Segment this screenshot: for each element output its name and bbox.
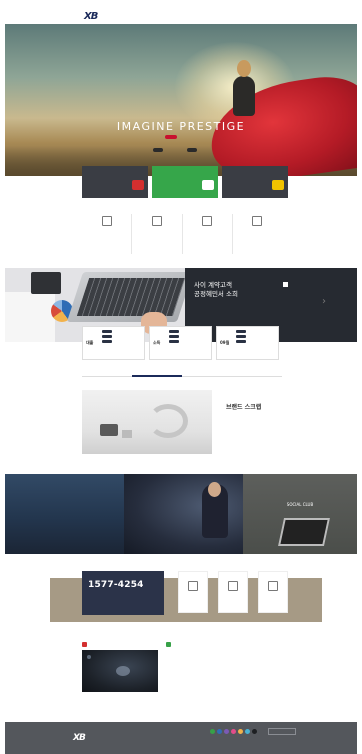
rate-pill — [236, 330, 246, 333]
service-card[interactable] — [258, 571, 288, 613]
tab-item-active[interactable] — [132, 372, 182, 377]
brand-photo[interactable] — [82, 390, 212, 454]
promo-panel[interactable] — [5, 474, 124, 554]
rate-card-key: 소득 — [153, 340, 161, 345]
icon-menu-item[interactable] — [183, 214, 233, 254]
customer-center-tel[interactable]: 1577-4254 — [88, 580, 158, 590]
banking-more-icon[interactable] — [283, 282, 288, 287]
quick-card[interactable] — [222, 166, 288, 198]
promo-panel[interactable]: SOCIAL CLUB — [243, 474, 357, 554]
video-header — [82, 642, 90, 647]
video-player[interactable] — [82, 650, 158, 692]
sns-icon[interactable] — [252, 729, 257, 734]
youtube-icon — [132, 180, 144, 190]
handshake-icon — [228, 581, 238, 591]
banking-title-line: 사이 계약고객 — [194, 281, 232, 289]
hero-woman-head — [237, 60, 251, 77]
rate-pill — [102, 335, 112, 338]
notice-header — [166, 642, 174, 647]
hero-secondary-button[interactable] — [153, 148, 163, 152]
logo-mark: XB — [84, 11, 98, 22]
footer-logo[interactable]: XB — [73, 733, 87, 743]
hero-banner: IMAGINE PRESTIGE — [5, 24, 357, 176]
youtube-icon — [82, 642, 87, 647]
photo-face — [208, 482, 221, 497]
sns-icon[interactable] — [217, 729, 222, 734]
pencil-icon — [252, 216, 263, 226]
chevron-right-icon[interactable]: › — [322, 296, 326, 307]
tab-item[interactable] — [182, 372, 232, 377]
quick-card[interactable] — [152, 166, 218, 198]
rate-card[interactable]: 09월 — [216, 326, 279, 360]
tab-item[interactable] — [82, 372, 132, 377]
rate-pill — [169, 330, 179, 333]
photo-paper — [5, 292, 55, 342]
tab-item[interactable] — [232, 372, 282, 377]
site-logo[interactable]: XB — [84, 11, 99, 22]
sns-icon[interactable] — [210, 729, 215, 734]
rate-card[interactable]: 대출 — [82, 326, 145, 360]
rate-card[interactable]: 소득 — [149, 326, 212, 360]
point-icon — [272, 180, 284, 190]
promo-panel[interactable] — [124, 474, 243, 554]
photo-table — [122, 430, 132, 438]
play-icon — [87, 655, 91, 659]
rate-pill — [236, 340, 246, 343]
sns-icon[interactable] — [224, 729, 229, 734]
doc-icon — [101, 216, 112, 226]
service-card[interactable] — [218, 571, 248, 613]
document-icon — [268, 581, 278, 591]
promo-panel-title: SOCIAL CLUB — [286, 502, 314, 507]
service-card[interactable] — [178, 571, 208, 613]
mail-icon — [202, 216, 213, 226]
rate-pill — [169, 340, 179, 343]
rate-pill — [169, 335, 179, 338]
footer — [5, 722, 357, 754]
photo-chair — [100, 424, 118, 436]
hero-secondary-button[interactable] — [187, 148, 197, 152]
rate-pill — [102, 330, 112, 333]
download-icon — [202, 180, 214, 190]
photo-calculator — [31, 272, 61, 294]
brand-logo-graphic — [148, 404, 188, 438]
hero-title: IMAGINE PRESTIGE — [116, 120, 246, 133]
banking-title-line: 공정혜민서 소희 — [194, 290, 238, 298]
brand-title: 브랜드 스크랩 — [226, 404, 262, 411]
hero-primary-button[interactable] — [165, 135, 177, 139]
banking-title: 사이 계약고객 공정혜민서 소희 — [194, 281, 238, 299]
icon-menu — [82, 214, 282, 254]
icon-menu-item[interactable] — [233, 214, 282, 254]
branch-icon — [188, 581, 198, 591]
rate-card-key: 대출 — [86, 340, 94, 345]
brand-tabs — [82, 372, 282, 377]
notice-icon — [166, 642, 171, 647]
family-site-select[interactable] — [268, 728, 296, 735]
sns-icon[interactable] — [245, 729, 250, 734]
footer-sns — [210, 729, 257, 734]
sns-icon[interactable] — [231, 729, 236, 734]
rate-pill — [102, 340, 112, 343]
photo-laptop — [278, 518, 330, 546]
building-icon — [151, 216, 162, 226]
photo-keyboard — [76, 278, 185, 316]
footer-logo-mark: XB — [73, 733, 86, 743]
icon-menu-item[interactable] — [132, 214, 183, 254]
rate-pill — [236, 335, 246, 338]
rate-card-key: 09월 — [220, 340, 230, 345]
customer-center: 1577-4254 — [82, 571, 164, 615]
quick-card[interactable] — [82, 166, 148, 198]
hero-woman — [233, 76, 255, 116]
icon-menu-item[interactable] — [82, 214, 133, 254]
sns-icon[interactable] — [238, 729, 243, 734]
video-thumbnail-graphic — [116, 666, 130, 676]
